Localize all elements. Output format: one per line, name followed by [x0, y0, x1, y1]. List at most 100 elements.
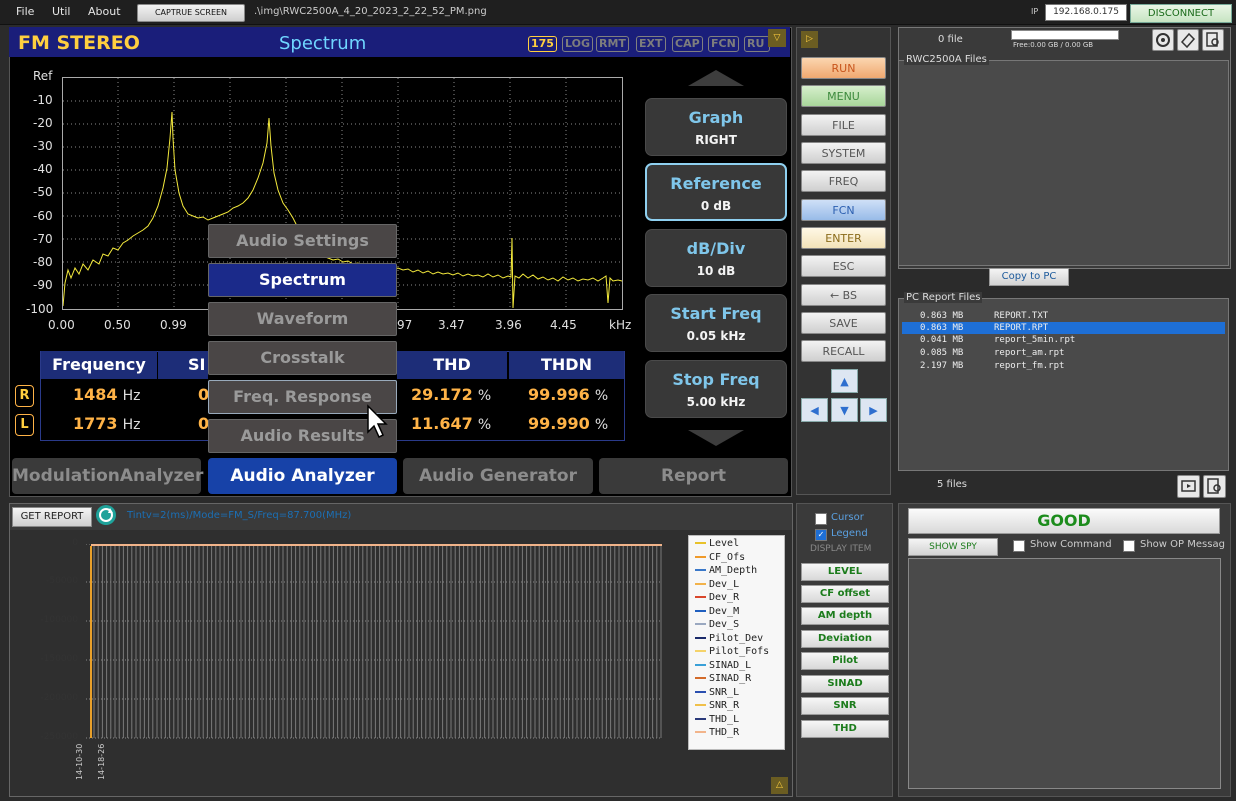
file-search-icon[interactable]	[1202, 29, 1224, 51]
mode-label: FM STEREO	[18, 32, 140, 54]
softkey-stop-freq[interactable]: Stop Freq 5.00 kHz	[645, 360, 787, 418]
status-tag-fcn: FCN	[708, 36, 739, 52]
expand-up-icon[interactable]: △	[771, 777, 788, 794]
device-file-list[interactable]	[898, 60, 1229, 266]
eraser-icon[interactable]	[1177, 29, 1199, 51]
legend-swatch	[695, 677, 706, 679]
show-spy-button[interactable]: SHOW SPY	[908, 538, 998, 556]
report-plot[interactable]	[86, 544, 662, 743]
fcn-button[interactable]: FCN	[801, 199, 886, 221]
cursor-label: Cursor	[831, 512, 864, 523]
drive-icon[interactable]	[1152, 29, 1174, 51]
display-deviation-button[interactable]: Deviation	[801, 630, 889, 648]
file-row[interactable]: 0.863 MB REPORT.TXT	[902, 310, 1225, 322]
refresh-icon[interactable]	[96, 505, 116, 525]
menu-file[interactable]: File	[16, 5, 34, 18]
arrow-up-icon[interactable]: ▲	[831, 369, 858, 393]
file-button[interactable]: FILE	[801, 114, 886, 136]
softkey-graph[interactable]: Graph RIGHT	[645, 98, 787, 156]
show-op-checkbox[interactable]	[1123, 540, 1135, 552]
run-button[interactable]: RUN	[801, 57, 886, 79]
tab-audio-generator[interactable]: Audio Generator	[403, 458, 593, 494]
capture-screen-button[interactable]: CAPTRUE SCREEN	[137, 4, 245, 22]
report-view-icon[interactable]	[1177, 475, 1200, 498]
report-search-icon[interactable]	[1203, 475, 1226, 498]
file-row-selected[interactable]: 0.863 MB REPORT.RPT	[902, 322, 1225, 334]
scroll-up-icon[interactable]: ▽	[768, 29, 786, 47]
legend-checkbox[interactable]: ✓	[815, 529, 827, 541]
screen-title: Spectrum	[279, 33, 367, 54]
status-tag-cap: CAP	[672, 36, 703, 52]
cursor-checkbox[interactable]	[815, 513, 827, 525]
backspace-button[interactable]: ← BS	[801, 284, 886, 306]
ip-address-field[interactable]: 192.168.0.175	[1045, 4, 1127, 21]
file-row[interactable]: 0.041 MB report_5min.rpt	[902, 334, 1225, 346]
legend-item: SINAD_L	[695, 660, 751, 671]
result-freq-r: 1484 Hz	[73, 385, 141, 404]
report-y-label: 0	[72, 538, 78, 548]
softkey-page-down-icon[interactable]	[688, 430, 744, 446]
recall-button[interactable]: RECALL	[801, 340, 886, 362]
display-thd-button[interactable]: THD	[801, 720, 889, 738]
display-pilot-button[interactable]: Pilot	[801, 652, 889, 670]
show-command-label: Show Command	[1030, 539, 1112, 550]
menu-spectrum[interactable]: Spectrum	[208, 263, 397, 297]
report-y-label: -100000	[40, 615, 78, 625]
arrow-down-icon[interactable]: ▼	[831, 398, 858, 422]
results-header-sinad: SI	[158, 351, 208, 379]
tab-audio-analyzer[interactable]: Audio Analyzer	[208, 458, 397, 494]
menu-button[interactable]: MENU	[801, 85, 886, 107]
arrow-right-icon[interactable]: ▶	[860, 398, 887, 422]
display-sinad-button[interactable]: SINAD	[801, 675, 889, 693]
legend-label: THD_R	[709, 727, 740, 738]
x-axis-label: 0.50	[104, 318, 131, 332]
storage-free-label: Free:0.00 GB / 0.00 GB	[1013, 41, 1094, 49]
display-am-depth-button[interactable]: AM depth	[801, 607, 889, 625]
legend-label: Dev_S	[709, 619, 740, 630]
tab-modulation-analyzer[interactable]: ModulationAnalyzer	[12, 458, 203, 494]
save-button[interactable]: SAVE	[801, 312, 886, 334]
softkey-reference[interactable]: Reference 0 dB	[645, 163, 787, 221]
show-command-checkbox[interactable]	[1013, 540, 1025, 552]
esc-button[interactable]: ESC	[801, 255, 886, 277]
legend-swatch	[695, 717, 706, 720]
softkey-db-div[interactable]: dB/Div 10 dB	[645, 229, 787, 287]
menu-audio-settings[interactable]: Audio Settings	[208, 224, 397, 258]
softkey-start-freq[interactable]: Start Freq 0.05 kHz	[645, 294, 787, 352]
legend-item: CF_Ofs	[695, 552, 745, 563]
legend-label: SNR_L	[709, 686, 740, 698]
menu-about[interactable]: About	[88, 5, 121, 18]
file-row[interactable]: 0.085 MB report_am.rpt	[902, 347, 1225, 359]
legend-swatch	[695, 569, 706, 571]
x-axis-label: 0.99	[160, 318, 187, 332]
get-report-button[interactable]: GET REPORT	[12, 507, 92, 527]
freq-button[interactable]: FREQ	[801, 170, 886, 192]
menu-waveform[interactable]: Waveform	[208, 302, 397, 336]
status-tag-run: RU	[744, 36, 770, 52]
status-tag-rmt: RMT	[596, 36, 629, 52]
copy-to-pc-button[interactable]: Copy to PC	[989, 268, 1069, 286]
system-button[interactable]: SYSTEM	[801, 142, 886, 164]
softkey-page-up-icon[interactable]	[688, 70, 744, 86]
legend-label: Legend	[831, 528, 868, 539]
menu-util[interactable]: Util	[52, 5, 70, 18]
message-log[interactable]	[908, 558, 1221, 789]
report-y-label: -250000	[40, 732, 78, 742]
report-y-label: -200000	[40, 693, 78, 703]
legend-swatch	[695, 596, 706, 598]
menu-crosstalk[interactable]: Crosstalk	[208, 341, 397, 375]
arrow-left-icon[interactable]: ◀	[801, 398, 828, 422]
legend-label: THD_L	[709, 713, 740, 725]
display-snr-button[interactable]: SNR	[801, 697, 889, 715]
panel-collapse-icon[interactable]: ▷	[801, 31, 818, 48]
status-tag-log: LOG	[562, 36, 593, 52]
legend-label: Dev_M	[709, 605, 740, 617]
file-row[interactable]: 2.197 MB report_fm.rpt	[902, 360, 1225, 372]
legend-label: SNR_R	[709, 700, 740, 711]
enter-button[interactable]: ENTER	[801, 227, 886, 249]
tab-report[interactable]: Report	[599, 458, 788, 494]
display-cf-offset-button[interactable]: CF offset	[801, 585, 889, 603]
disconnect-button[interactable]: DISCONNECT	[1130, 4, 1232, 23]
display-level-button[interactable]: LEVEL	[801, 563, 889, 581]
legend-swatch	[695, 663, 706, 666]
